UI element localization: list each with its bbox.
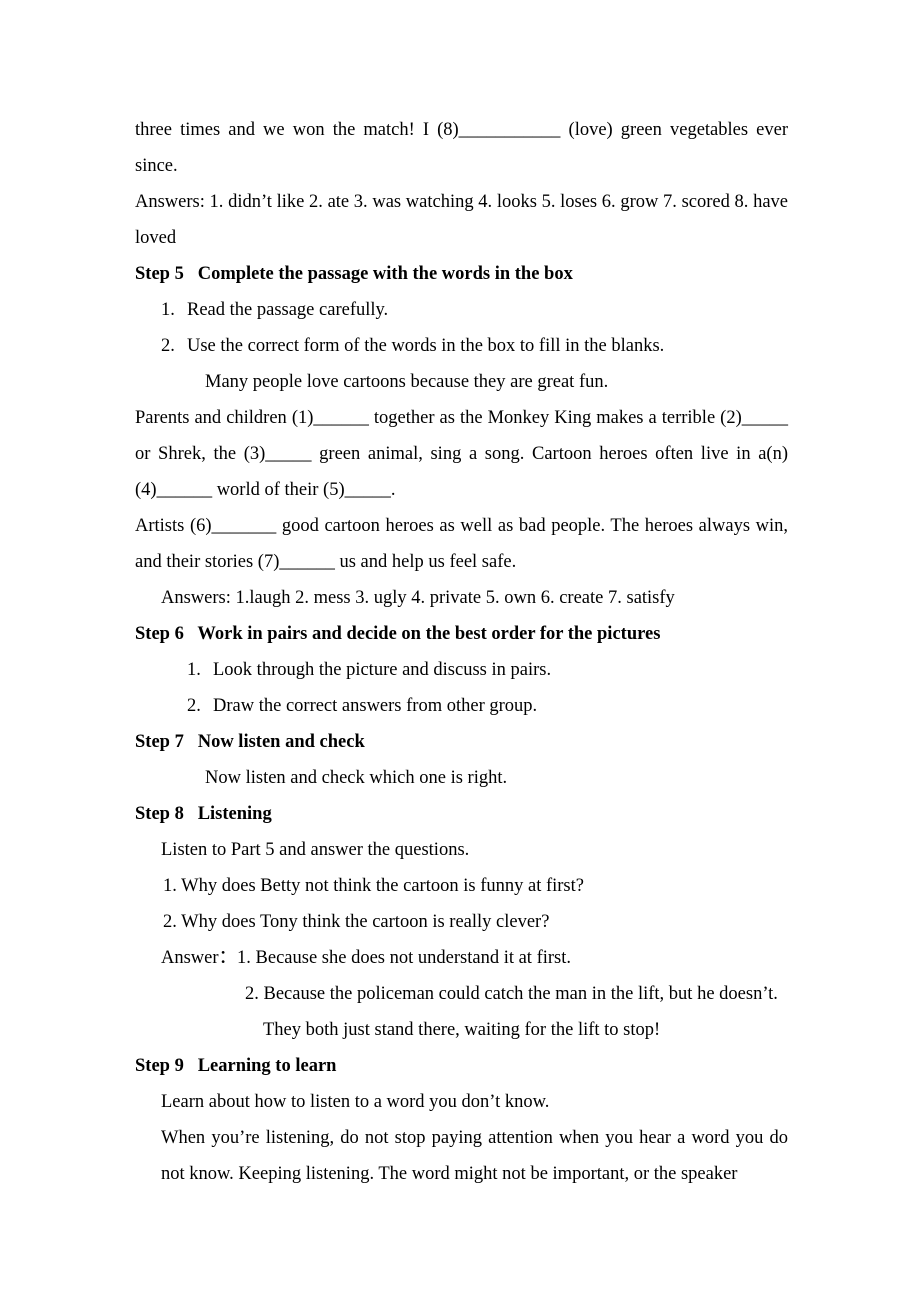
step-7-heading: Step 7 Now listen and check <box>135 724 788 760</box>
step-6-title: Work in pairs and decide on the best ord… <box>197 624 661 644</box>
step-8-heading: Step 8 Listening <box>135 796 788 832</box>
list-item-text: Look through the picture and discuss in … <box>213 660 552 680</box>
step-9-title: Learning to learn <box>197 1056 337 1076</box>
step-6-heading: Step 6 Work in pairs and decide on the b… <box>135 616 788 652</box>
step-8-answer-2: 2. Because the policeman could catch the… <box>245 984 778 1004</box>
step-9-body-2: When you’re listening, do not stop payin… <box>161 1128 788 1184</box>
step-5-instruction-2: 2. Use the correct form of the words in … <box>135 328 788 364</box>
list-marker: 1. <box>161 300 175 320</box>
step-7-title: Now listen and check <box>197 732 365 752</box>
step-8-body: Listen to Part 5 and answer the question… <box>161 840 470 860</box>
step-5-title: Complete the passage with the words in t… <box>197 264 573 284</box>
document-page: three times and we won the match! I (8)_… <box>0 0 920 1302</box>
step-7-body: Now listen and check which one is right. <box>205 768 508 788</box>
step-5-passage-paragraph-1: Parents and children (1)______ together … <box>135 408 788 500</box>
list-item-text: Use the correct form of the words in the… <box>187 336 665 356</box>
step-5-heading: Step 5 Complete the passage with the wor… <box>135 256 788 292</box>
document-text-column: three times and we won the match! I (8)_… <box>135 112 788 1192</box>
list-marker: 1. <box>187 660 201 680</box>
answers-block-previous-exercise: Answers: 1. didn’t like 2. ate 3. was wa… <box>135 192 788 248</box>
step-6-instruction-2: 2. Draw the correct answers from other g… <box>135 688 788 724</box>
step-9-label: Step 9 <box>135 1056 184 1076</box>
step-7-label: Step 7 <box>135 732 184 752</box>
step-8-question-1: 1. Why does Betty not think the cartoon … <box>163 876 584 896</box>
list-item-text: Read the passage carefully. <box>187 300 389 320</box>
step-5-answers: Answers: 1.laugh 2. mess 3. ugly 4. priv… <box>161 588 675 608</box>
list-item-text: Draw the correct answers from other grou… <box>213 696 538 716</box>
step-8-answer-1: Answer： 1. Because she does not understa… <box>135 940 788 976</box>
list-marker: 2. <box>187 696 201 716</box>
step-5-label: Step 5 <box>135 264 184 284</box>
step-9-heading: Step 9 Learning to learn <box>135 1048 788 1084</box>
step-6-label: Step 6 <box>135 624 184 644</box>
step-8-question-2: 2. Why does Tony think the cartoon is re… <box>163 912 550 932</box>
step-8-label: Step 8 <box>135 804 184 824</box>
list-marker: 2. <box>161 336 175 356</box>
step-5-passage-lead-in: Many people love cartoons because they a… <box>205 372 609 392</box>
answer-text: 1. Because she does not understand it at… <box>237 948 571 968</box>
step-5-passage-paragraph-2: Artists (6)_______ good cartoon heroes a… <box>135 516 788 572</box>
step-9-body-1: Learn about how to listen to a word you … <box>161 1092 550 1112</box>
step-8-answer-2-continued: They both just stand there, waiting for … <box>263 1020 661 1040</box>
step-5-instruction-1: 1. Read the passage carefully. <box>135 292 788 328</box>
continued-paragraph: three times and we won the match! I (8)_… <box>135 120 788 176</box>
step-8-title: Listening <box>197 804 272 824</box>
answer-label: Answer： <box>161 948 238 968</box>
step-6-instruction-1: 1. Look through the picture and discuss … <box>135 652 788 688</box>
